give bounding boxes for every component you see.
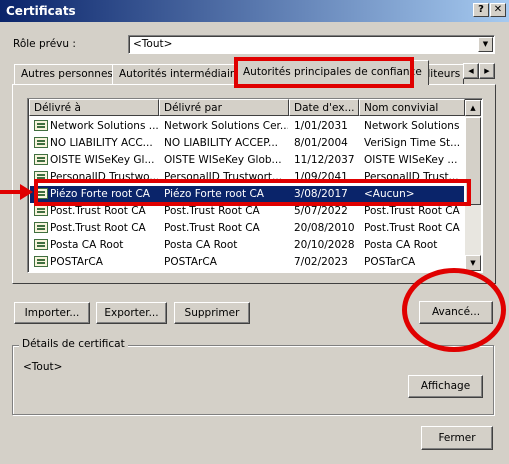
cell-expiration: 20/08/2010	[294, 222, 355, 234]
close-window-button[interactable]: ✕	[490, 3, 506, 17]
certificate-icon	[34, 205, 48, 216]
cell-expiration: 7/02/2023	[294, 256, 348, 268]
cell-friendly-name: VeriSign Time St...	[364, 137, 461, 149]
cell-issued-to: Post.Trust Root CA	[50, 222, 146, 234]
table-row[interactable]: POSTArCA POSTArCA 7/02/2023 POSTarCA	[30, 254, 464, 271]
delete-button[interactable]: Supprimer	[174, 302, 250, 324]
certificate-icon	[34, 239, 48, 250]
certificate-details-label: Détails de certificat	[19, 338, 128, 350]
cell-friendly-name: OISTE WISeKey ...	[364, 154, 458, 166]
view-button[interactable]: Affichage	[408, 375, 483, 398]
column-header-issued-to[interactable]: Délivré à	[29, 99, 159, 116]
table-row[interactable]: Post.Trust Root CA Post.Trust Root CA 20/0…	[30, 220, 464, 237]
table-row[interactable]: NO LIABILITY ACC... NO LIABILITY ACCEP...…	[30, 135, 464, 152]
chevron-down-icon[interactable]: ▼	[478, 37, 493, 52]
tab-intermediate-authorities[interactable]: Autorités intermédiaires	[112, 64, 253, 84]
intended-purpose-select[interactable]: <Tout> ▼	[128, 35, 495, 54]
cell-issued-to: OISTE WISeKey Gl...	[50, 154, 155, 166]
cell-issued-to: NO LIABILITY ACC...	[50, 137, 153, 149]
certificate-icon	[34, 222, 48, 233]
cell-issued-to: POSTArCA	[50, 256, 103, 268]
certificate-purposes-value: <Tout>	[23, 361, 63, 373]
cell-expiration: 1/01/2031	[294, 120, 348, 132]
tab-scroll-right-icon[interactable]: ▶	[479, 63, 495, 79]
table-row[interactable]: OISTE WISeKey Gl... OISTE WISeKey Glob...…	[30, 152, 464, 169]
cell-issued-by: Posta CA Root	[164, 239, 238, 251]
intended-purpose-label: Rôle prévu :	[13, 38, 76, 50]
certificate-icon	[34, 154, 48, 165]
cell-issued-by: Network Solutions Cer...	[164, 120, 288, 132]
column-header-expiration[interactable]: Date d'ex...	[289, 99, 359, 116]
cell-friendly-name: Network Solutions	[364, 120, 460, 132]
scroll-up-icon[interactable]: ▲	[465, 100, 481, 116]
close-button[interactable]: Fermer	[421, 426, 493, 450]
cell-issued-by: POSTArCA	[164, 256, 217, 268]
cell-issued-to: Post.Trust Root CA	[50, 205, 146, 217]
cell-expiration: 8/01/2004	[294, 137, 348, 149]
cell-friendly-name: Post.Trust Root CA	[364, 205, 460, 217]
cell-issued-by: Post.Trust Root CA	[164, 205, 260, 217]
annotation-arrow-icon	[0, 184, 33, 200]
column-header-friendly-name[interactable]: Nom convivial	[359, 99, 465, 116]
certificate-icon	[34, 120, 48, 131]
cell-issued-to: Network Solutions ...	[50, 120, 158, 132]
column-header-issued-by[interactable]: Délivré par	[159, 99, 289, 116]
cell-friendly-name: Post.Trust Root CA	[364, 222, 460, 234]
title-bar: Certificats ? ✕	[0, 0, 509, 22]
tab-scroll-left-icon[interactable]: ◀	[463, 63, 479, 79]
cell-issued-by: Post.Trust Root CA	[164, 222, 260, 234]
cell-expiration: 11/12/2037	[294, 154, 355, 166]
cell-friendly-name: POSTarCA	[364, 256, 416, 268]
help-button[interactable]: ?	[473, 3, 489, 17]
cell-issued-by: OISTE WISeKey Glob...	[164, 154, 282, 166]
annotation-advanced-circle	[402, 268, 506, 352]
tab-other-people[interactable]: Autres personnes	[14, 64, 120, 84]
cell-issued-to: Posta CA Root	[50, 239, 124, 251]
window-title: Certificats	[6, 4, 76, 18]
cell-friendly-name: Posta CA Root	[364, 239, 438, 251]
export-button[interactable]: Exporter...	[96, 302, 167, 324]
import-button[interactable]: Importer...	[14, 302, 90, 324]
table-row[interactable]: Network Solutions ... Network Solutions C…	[30, 118, 464, 135]
certificate-icon	[34, 256, 48, 267]
annotation-row-highlight	[34, 179, 471, 206]
table-row[interactable]: Posta CA Root Posta CA Root 20/10/2028 Post…	[30, 237, 464, 254]
cell-expiration: 5/07/2022	[294, 205, 348, 217]
cell-issued-by: NO LIABILITY ACCEP...	[164, 137, 279, 149]
certificate-icon	[34, 137, 48, 148]
annotation-tab-highlight	[234, 57, 414, 88]
cell-expiration: 20/10/2028	[294, 239, 355, 251]
intended-purpose-value: <Tout>	[133, 38, 173, 50]
